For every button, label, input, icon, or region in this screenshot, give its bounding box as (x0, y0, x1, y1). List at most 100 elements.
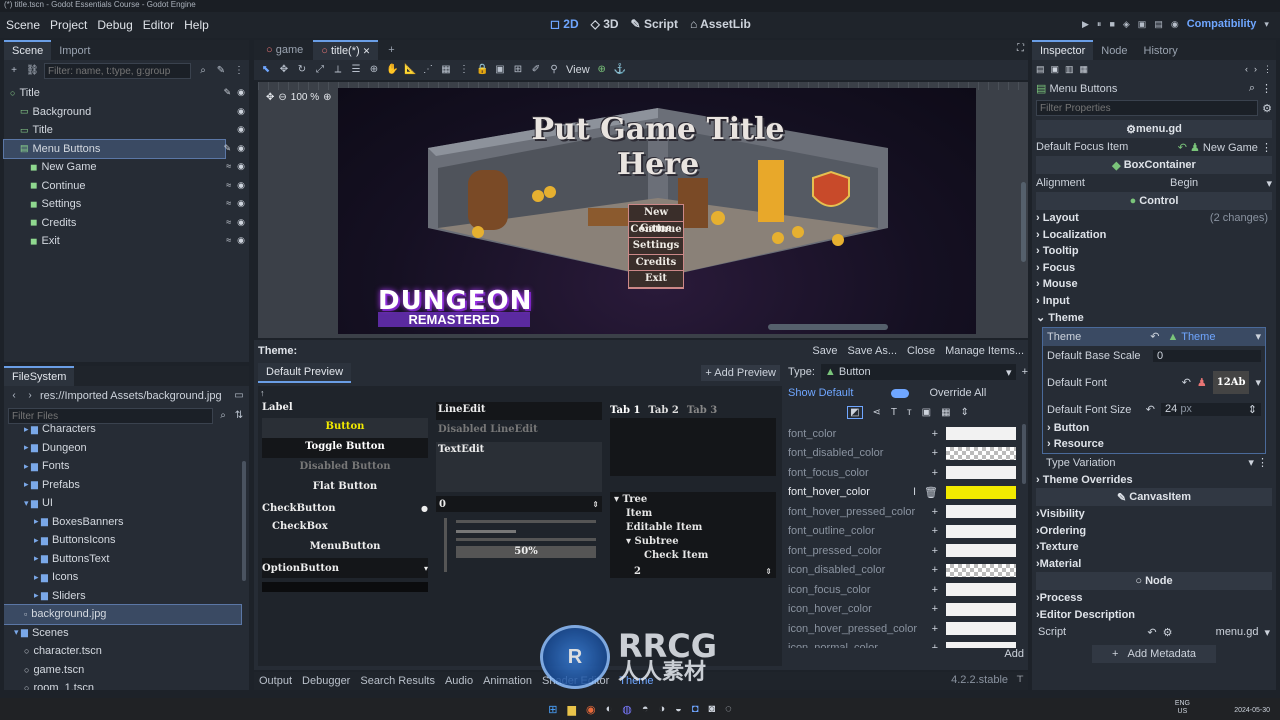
fs-item-3[interactable]: ▸ ▆ Prefabs (4, 476, 241, 495)
scene-filter-input[interactable] (44, 63, 191, 79)
scene-node-8[interactable]: ◼ Exit ≈ ◉ (4, 232, 245, 251)
preview-tab-3[interactable]: Tab 3 (687, 405, 717, 416)
default-focus-row[interactable]: Default Focus Item ↶ ♟ New Game ⋮ (1036, 138, 1272, 156)
override-add-icon[interactable]: + (932, 564, 938, 576)
override-add-icon[interactable]: + (932, 623, 938, 635)
game-menu-button-3[interactable]: Credits (629, 254, 683, 271)
tab-scene[interactable]: Scene (4, 40, 52, 60)
color-swatch[interactable] (946, 427, 1016, 441)
bottom-tab-output[interactable]: Output (259, 675, 292, 687)
movie-icon[interactable]: ◉ (1171, 19, 1179, 30)
color-swatch[interactable] (946, 466, 1016, 480)
pick-icon[interactable]: ✐ (530, 64, 542, 76)
filesystem-path[interactable]: res://Imported Assets/background.jpg (40, 390, 229, 402)
workspace-2d[interactable]: ◻ 2D (550, 17, 579, 31)
add-metadata-button[interactable]: + Add Metadata (1091, 645, 1217, 663)
fs-item-8[interactable]: ▸ ▆ Icons (4, 568, 241, 587)
grid-icon[interactable]: ▦ (440, 64, 452, 76)
category-mouse[interactable]: › Mouse (1036, 276, 1272, 293)
view-menu[interactable]: View (566, 64, 590, 76)
eye-icon[interactable]: ◉ (237, 198, 245, 209)
type-select[interactable]: ▲ Button ▾ (820, 364, 1016, 380)
center-view-icon[interactable]: ✥ (266, 92, 274, 103)
scene-node-1[interactable]: ▭ Background ◉ (4, 103, 245, 122)
category-tooltip[interactable]: › Tooltip (1036, 243, 1272, 260)
viewport-h-scrollbar[interactable] (768, 324, 888, 330)
tab-game[interactable]: ○ game (258, 41, 311, 59)
category-ordering[interactable]: › Ordering (1036, 523, 1272, 540)
color-swatch[interactable] (946, 622, 1016, 636)
theme-prop-row-8[interactable]: icon_focus_color + (788, 580, 1028, 600)
bottom-tab-theme[interactable]: Theme (619, 675, 653, 687)
preview-option-button[interactable]: OptionButton ▾ (262, 558, 428, 578)
pivot-icon[interactable]: ⊕ (368, 64, 380, 76)
override-add-icon[interactable]: + (932, 506, 938, 518)
bottom-tab-audio[interactable]: Audio (445, 675, 473, 687)
preview-flat-button[interactable]: Flat Button (262, 478, 428, 498)
save-resource-icon[interactable]: ▥ (1065, 64, 1074, 75)
menu-buttons-container[interactable]: New GameContinueSettingsCreditsExit (628, 204, 684, 289)
color-type-icon[interactable]: ◩ (847, 405, 863, 419)
skeleton-icon[interactable]: ⚲ (548, 64, 560, 76)
color-swatch[interactable] (946, 524, 1016, 538)
theme-overrides-category[interactable]: › Theme Overrides (1036, 472, 1272, 489)
trash-icon[interactable]: 🗑 (924, 486, 938, 499)
color-swatch[interactable] (946, 602, 1016, 616)
fs-item-7[interactable]: ▸ ▆ ButtonsText (4, 550, 241, 569)
zoom-level[interactable]: 100 % (291, 92, 319, 103)
fs-item-11[interactable]: ▾ ▆ Scenes (4, 624, 241, 643)
browser-icon[interactable]: ◉ (586, 703, 596, 716)
godot-taskbar-icon[interactable]: ◘ (692, 703, 699, 715)
show-default-toggle[interactable] (891, 388, 910, 398)
fs-item-9[interactable]: ▸ ▆ Sliders (4, 587, 241, 606)
bottom-tab-animation[interactable]: Animation (483, 675, 532, 687)
play-custom-icon[interactable]: ▤ (1154, 19, 1163, 30)
bottom-tab-debugger[interactable]: Debugger (302, 675, 350, 687)
theme-sub-resource[interactable]: › Resource (1043, 436, 1265, 453)
scene-node-3[interactable]: ▤ Menu Buttons ✎ ◉ (3, 138, 245, 159)
preview-toggle-button[interactable]: Toggle Button (262, 438, 428, 458)
fs-item-0[interactable]: ▸ ▆ Characters (4, 420, 241, 439)
preview-hscroll-2[interactable] (456, 538, 596, 541)
category-texture[interactable]: › Texture (1036, 539, 1272, 556)
new-resource-icon[interactable]: ▤ (1036, 64, 1045, 75)
tab-history[interactable]: History (1136, 42, 1186, 60)
fs-item-6[interactable]: ▸ ▆ ButtonsIcons (4, 531, 241, 550)
more-icon[interactable]: ⋮ (458, 64, 470, 76)
add-type-icon[interactable]: + (1022, 366, 1028, 378)
tab-import[interactable]: Import (51, 42, 98, 60)
fs-item-5[interactable]: ▸ ▆ BoxesBanners (4, 513, 241, 532)
snap-icon[interactable]: ⋰ (422, 64, 434, 76)
filesystem-scrollbar[interactable] (242, 461, 246, 581)
color-swatch[interactable] (946, 446, 1016, 460)
property-scrollbar[interactable] (1022, 424, 1026, 484)
zoom-out-icon[interactable]: ⊖ (278, 92, 286, 103)
preview-button[interactable]: Button (262, 418, 428, 438)
history-list-icon[interactable]: ⋮ (1263, 64, 1272, 75)
menu-help[interactable]: Help (184, 18, 209, 32)
category-material[interactable]: › Material (1036, 556, 1272, 573)
explorer-icon[interactable]: ▆ (568, 703, 576, 716)
category-localization[interactable]: › Localization (1036, 227, 1272, 244)
fs-item-13[interactable]: ○ game.tscn (4, 661, 241, 680)
signal-icon[interactable]: ≈ (226, 180, 231, 191)
theme-prop-row-6[interactable]: font_pressed_color + (788, 541, 1028, 561)
category-input[interactable]: › Input (1036, 293, 1272, 310)
theme-sub-button[interactable]: › Button (1043, 420, 1265, 437)
alignment-row[interactable]: Alignment Begin ▾ (1036, 174, 1272, 192)
load-resource-icon[interactable]: ▣ (1051, 64, 1060, 75)
move-tool-icon[interactable]: ✥ (278, 64, 290, 76)
menu-debug[interactable]: Debug (97, 18, 132, 32)
category-focus[interactable]: › Focus (1036, 260, 1272, 277)
object-menu-icon[interactable]: ⌕ (1249, 82, 1255, 95)
game-menu-button-0[interactable]: New Game (629, 205, 683, 234)
preview-hslider[interactable] (456, 520, 596, 523)
eye-icon[interactable]: ◉ (237, 124, 245, 135)
renderer-select[interactable]: Compatibility (1187, 18, 1257, 30)
category-editor-description[interactable]: › Editor Description (1036, 607, 1272, 624)
rotate-tool-icon[interactable]: ↻ (296, 64, 308, 76)
new-tab-icon[interactable]: + (380, 41, 402, 59)
fs-item-4[interactable]: ▾ ▆ UI (4, 494, 241, 513)
layout-icon[interactable]: ▭ (233, 390, 245, 402)
theme-prop-row-7[interactable]: icon_disabled_color + (788, 561, 1028, 581)
